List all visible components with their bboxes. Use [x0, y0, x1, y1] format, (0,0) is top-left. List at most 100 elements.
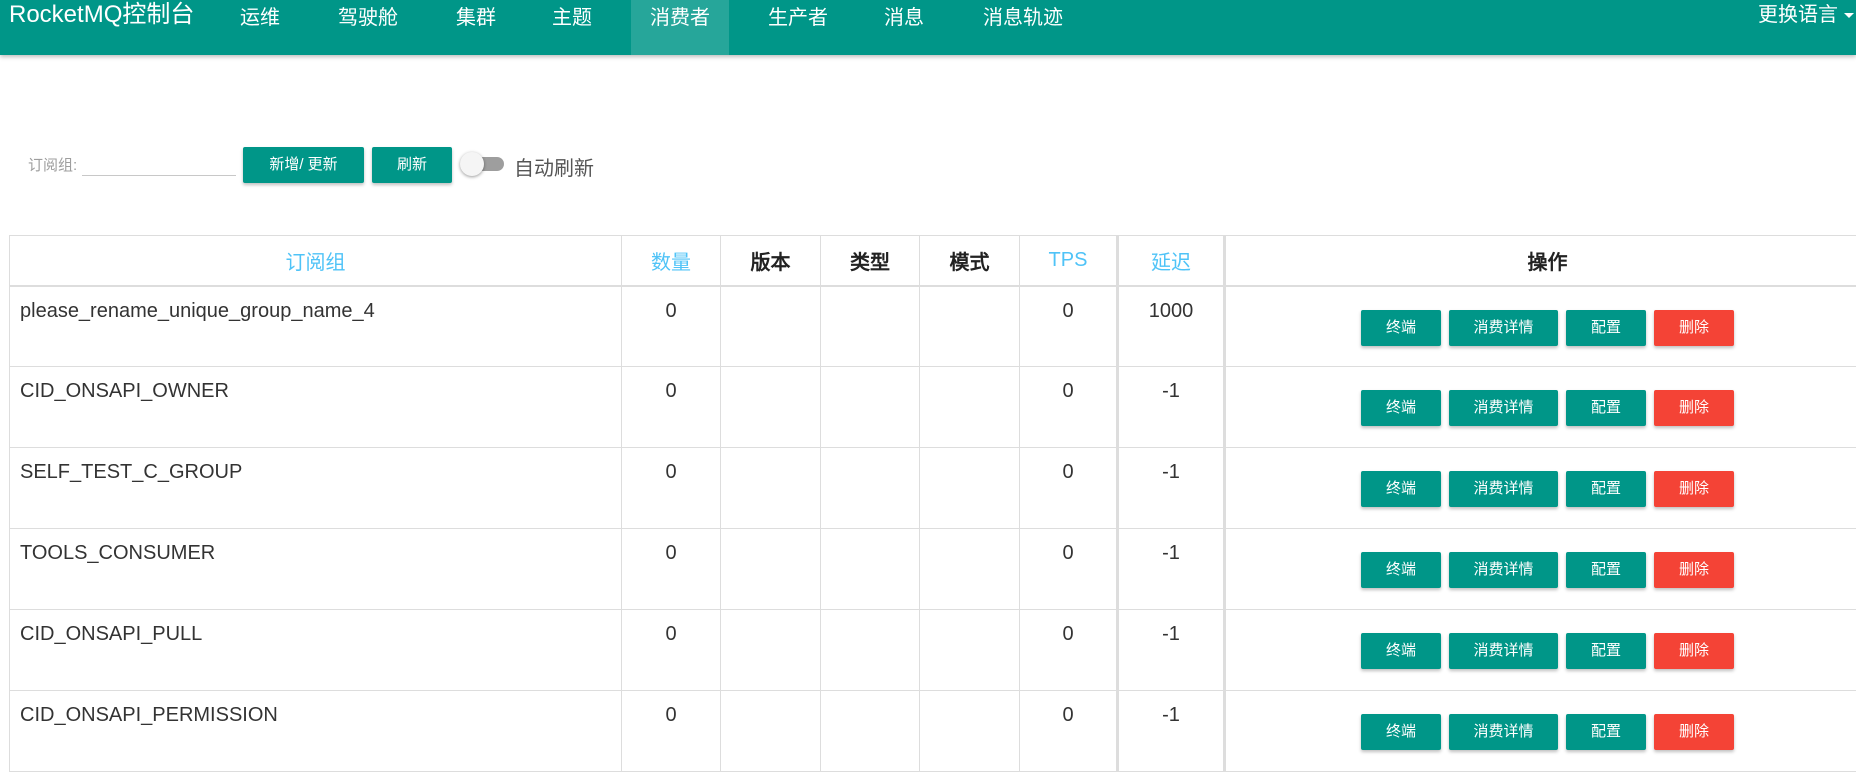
- cell-count: 0: [622, 610, 721, 691]
- table-row: TOOLS_CONSUMER 0 0 -1 终端 消费详情 配置 删除: [10, 529, 1856, 610]
- language-dropdown[interactable]: 更换语言: [1758, 0, 1854, 30]
- cell-operations: 终端 消费详情 配置 删除: [1225, 367, 1856, 448]
- delete-button[interactable]: 删除: [1654, 633, 1734, 669]
- subscription-group-label: 订阅组:: [28, 154, 77, 175]
- top-navbar: RocketMQ控制台 运维 驾驶舱 集群 主题 消费者 生产者 消息 消息轨迹…: [0, 0, 1856, 55]
- nav-item-message-trace[interactable]: 消息轨迹: [970, 0, 1076, 55]
- table-row: SELF_TEST_C_GROUP 0 0 -1 终端 消费详情 配置 删除: [10, 448, 1856, 529]
- cell-mode: [920, 448, 1020, 529]
- cell-version: [721, 610, 821, 691]
- consume-detail-button[interactable]: 消费详情: [1449, 390, 1558, 426]
- cell-version: [721, 529, 821, 610]
- cell-version: [721, 448, 821, 529]
- header-subscription-group[interactable]: 订阅组: [10, 236, 622, 286]
- brand-title[interactable]: RocketMQ控制台: [9, 0, 194, 32]
- table-row: CID_ONSAPI_PERMISSION 0 0 -1 终端 消费详情 配置 …: [10, 691, 1856, 772]
- header-count[interactable]: 数量: [622, 236, 721, 286]
- terminal-button[interactable]: 终端: [1361, 633, 1441, 669]
- terminal-button[interactable]: 终端: [1361, 310, 1441, 346]
- cell-count: 0: [622, 367, 721, 448]
- auto-refresh-label: 自动刷新: [514, 152, 594, 181]
- header-tps[interactable]: TPS: [1020, 236, 1118, 286]
- consume-detail-button[interactable]: 消费详情: [1449, 471, 1558, 507]
- nav-item-topic[interactable]: 主题: [534, 0, 610, 55]
- cell-operations: 终端 消费详情 配置 删除: [1225, 286, 1856, 367]
- cell-tps: 0: [1020, 610, 1118, 691]
- consumer-table: 订阅组 数量 版本 类型 模式 TPS 延迟 操作 please_rename_…: [9, 235, 1856, 772]
- cell-operations: 终端 消费详情 配置 删除: [1225, 529, 1856, 610]
- cell-type: [821, 610, 920, 691]
- cell-operations: 终端 消费详情 配置 删除: [1225, 691, 1856, 772]
- config-button[interactable]: 配置: [1566, 633, 1646, 669]
- row-actions: 终端 消费详情 配置 删除: [1361, 552, 1781, 588]
- cell-type: [821, 286, 920, 367]
- config-button[interactable]: 配置: [1566, 714, 1646, 750]
- table-row: please_rename_unique_group_name_4 0 0 10…: [10, 286, 1856, 367]
- terminal-button[interactable]: 终端: [1361, 714, 1441, 750]
- cell-count: 0: [622, 286, 721, 367]
- add-update-button[interactable]: 新增/ 更新: [243, 147, 364, 183]
- consume-detail-button[interactable]: 消费详情: [1449, 633, 1558, 669]
- config-button[interactable]: 配置: [1566, 471, 1646, 507]
- nav-item-cluster[interactable]: 集群: [438, 0, 514, 55]
- cell-subscription-group: CID_ONSAPI_OWNER: [10, 367, 622, 448]
- cell-version: [721, 691, 821, 772]
- delete-button[interactable]: 删除: [1654, 310, 1734, 346]
- cell-delay: -1: [1118, 529, 1225, 610]
- row-actions: 终端 消费详情 配置 删除: [1361, 471, 1781, 507]
- nav-item-message[interactable]: 消息: [866, 0, 942, 55]
- cell-delay: -1: [1118, 367, 1225, 448]
- subscription-group-input[interactable]: [82, 148, 236, 176]
- cell-subscription-group: CID_ONSAPI_PULL: [10, 610, 622, 691]
- nav-item-producer[interactable]: 生产者: [752, 0, 844, 55]
- cell-count: 0: [622, 529, 721, 610]
- row-actions: 终端 消费详情 配置 删除: [1361, 390, 1781, 426]
- consume-detail-button[interactable]: 消费详情: [1449, 552, 1558, 588]
- row-actions: 终端 消费详情 配置 删除: [1361, 714, 1781, 750]
- cell-version: [721, 286, 821, 367]
- nav-item-ops[interactable]: 运维: [222, 0, 298, 55]
- cell-mode: [920, 529, 1020, 610]
- cell-tps: 0: [1020, 529, 1118, 610]
- language-label: 更换语言: [1758, 4, 1838, 26]
- table-row: CID_ONSAPI_PULL 0 0 -1 终端 消费详情 配置 删除: [10, 610, 1856, 691]
- cell-delay: -1: [1118, 610, 1225, 691]
- delete-button[interactable]: 删除: [1654, 552, 1734, 588]
- consume-detail-button[interactable]: 消费详情: [1449, 310, 1558, 346]
- row-actions: 终端 消费详情 配置 删除: [1361, 633, 1781, 669]
- cell-version: [721, 367, 821, 448]
- delete-button[interactable]: 删除: [1654, 390, 1734, 426]
- caret-down-icon: [1844, 13, 1854, 18]
- auto-refresh-toggle[interactable]: [460, 154, 504, 174]
- delete-button[interactable]: 删除: [1654, 471, 1734, 507]
- cell-subscription-group: SELF_TEST_C_GROUP: [10, 448, 622, 529]
- header-delay[interactable]: 延迟: [1118, 236, 1225, 286]
- terminal-button[interactable]: 终端: [1361, 471, 1441, 507]
- cell-tps: 0: [1020, 691, 1118, 772]
- cell-subscription-group: TOOLS_CONSUMER: [10, 529, 622, 610]
- config-button[interactable]: 配置: [1566, 390, 1646, 426]
- nav-item-consumer[interactable]: 消费者: [631, 0, 729, 55]
- header-operations: 操作: [1225, 236, 1856, 286]
- cell-count: 0: [622, 448, 721, 529]
- cell-type: [821, 367, 920, 448]
- terminal-button[interactable]: 终端: [1361, 552, 1441, 588]
- table-header-row: 订阅组 数量 版本 类型 模式 TPS 延迟 操作: [10, 236, 1856, 286]
- refresh-button[interactable]: 刷新: [372, 147, 452, 183]
- config-button[interactable]: 配置: [1566, 310, 1646, 346]
- header-type: 类型: [821, 236, 920, 286]
- delete-button[interactable]: 删除: [1654, 714, 1734, 750]
- cell-delay: 1000: [1118, 286, 1225, 367]
- cell-count: 0: [622, 691, 721, 772]
- cell-tps: 0: [1020, 286, 1118, 367]
- cell-mode: [920, 367, 1020, 448]
- config-button[interactable]: 配置: [1566, 552, 1646, 588]
- cell-type: [821, 691, 920, 772]
- terminal-button[interactable]: 终端: [1361, 390, 1441, 426]
- header-mode: 模式: [920, 236, 1020, 286]
- cell-subscription-group: please_rename_unique_group_name_4: [10, 286, 622, 367]
- cell-mode: [920, 610, 1020, 691]
- nav-item-dashboard[interactable]: 驾驶舱: [322, 0, 414, 55]
- consume-detail-button[interactable]: 消费详情: [1449, 714, 1558, 750]
- cell-tps: 0: [1020, 448, 1118, 529]
